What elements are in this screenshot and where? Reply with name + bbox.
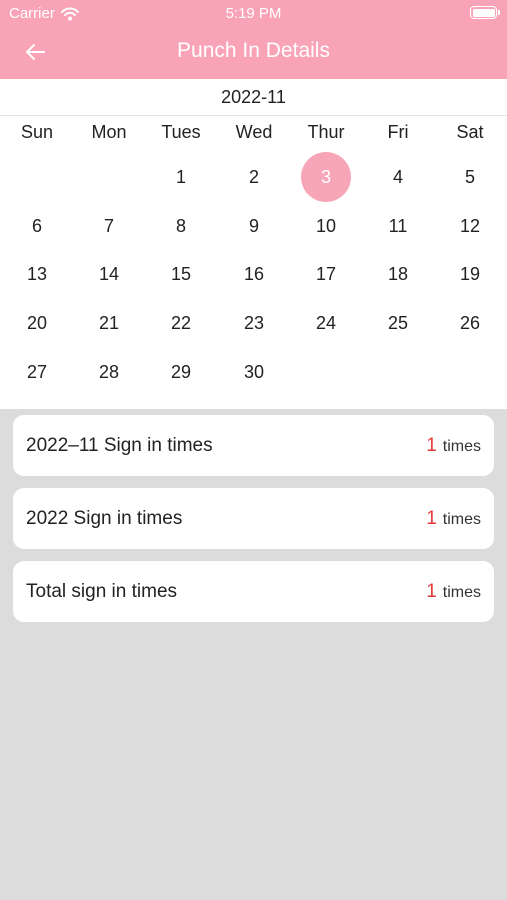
- weekday-label: Sun: [20, 122, 54, 142]
- stat-card-month: 2022–11 Sign in times 1 times: [13, 415, 494, 476]
- battery-icon: [470, 6, 500, 19]
- stat-unit: times: [442, 438, 481, 455]
- header-bar: Carrier 5:19 PM Punch In Details: [0, 0, 507, 79]
- stat-value: 1 times: [426, 561, 481, 623]
- stat-value: 1 times: [426, 488, 481, 550]
- page-title: Punch In Details: [177, 39, 330, 62]
- calendar-day[interactable]: 9: [229, 201, 279, 251]
- calendar-day[interactable]: 27: [12, 347, 62, 397]
- stat-count: 1: [426, 435, 437, 456]
- calendar-day[interactable]: 2: [229, 152, 279, 202]
- stat-label: Total sign in times: [26, 581, 178, 602]
- calendar-day[interactable]: 8: [156, 201, 206, 251]
- calendar-day[interactable]: 17: [301, 249, 351, 299]
- stat-unit: times: [442, 511, 481, 528]
- calendar-day[interactable]: 28: [84, 347, 134, 397]
- calendar-day[interactable]: 7: [84, 201, 134, 251]
- stat-count: 1: [426, 581, 437, 602]
- status-time: 5:19 PM: [225, 5, 282, 22]
- weekday-label: Thur: [307, 122, 345, 142]
- status-bar: Carrier 5:19 PM: [0, 0, 507, 28]
- calendar-day[interactable]: 22: [156, 298, 206, 348]
- calendar-day[interactable]: 19: [445, 249, 495, 299]
- weekday-label: Mon: [91, 122, 127, 142]
- stat-card-year: 2022 Sign in times 1 times: [13, 488, 494, 549]
- stat-unit: times: [442, 584, 481, 601]
- stat-count: 1: [426, 508, 437, 529]
- calendar-day[interactable]: 23: [229, 298, 279, 348]
- calendar-day[interactable]: 21: [84, 298, 134, 348]
- stat-label: 2022–11 Sign in times: [26, 435, 213, 456]
- calendar-day[interactable]: 18: [373, 249, 423, 299]
- stat-value: 1 times: [426, 415, 481, 477]
- calendar: 2022-11 Sun Mon Tues Wed Thur Fri Sat 12345678…: [0, 79, 507, 409]
- calendar-day-selected[interactable]: 3: [301, 152, 351, 202]
- calendar-day[interactable]: 25: [373, 298, 423, 348]
- calendar-day[interactable]: 15: [156, 249, 206, 299]
- calendar-day[interactable]: 13: [12, 249, 62, 299]
- calendar-day[interactable]: 1: [156, 152, 206, 202]
- calendar-day[interactable]: 12: [445, 201, 495, 251]
- calendar-day[interactable]: 26: [445, 298, 495, 348]
- calendar-day[interactable]: 16: [229, 249, 279, 299]
- calendar-day[interactable]: 5: [445, 152, 495, 202]
- stat-label: 2022 Sign in times: [26, 508, 183, 529]
- calendar-day[interactable]: 6: [12, 201, 62, 251]
- weekday-label: Sat: [456, 122, 484, 142]
- calendar-day[interactable]: 11: [373, 201, 423, 251]
- weekday-label: Fri: [387, 122, 409, 142]
- weekday-label: Tues: [161, 122, 201, 142]
- weekday-label: Wed: [235, 122, 273, 142]
- calendar-day[interactable]: 24: [301, 298, 351, 348]
- calendar-day[interactable]: 30: [229, 347, 279, 397]
- calendar-day[interactable]: 20: [12, 298, 62, 348]
- calendar-day[interactable]: 4: [373, 152, 423, 202]
- calendar-day[interactable]: 10: [301, 201, 351, 251]
- calendar-month-label: 2022-11: [0, 79, 507, 116]
- calendar-day[interactable]: 14: [84, 249, 134, 299]
- stat-card-total: Total sign in times 1 times: [13, 561, 494, 622]
- calendar-day[interactable]: 29: [156, 347, 206, 397]
